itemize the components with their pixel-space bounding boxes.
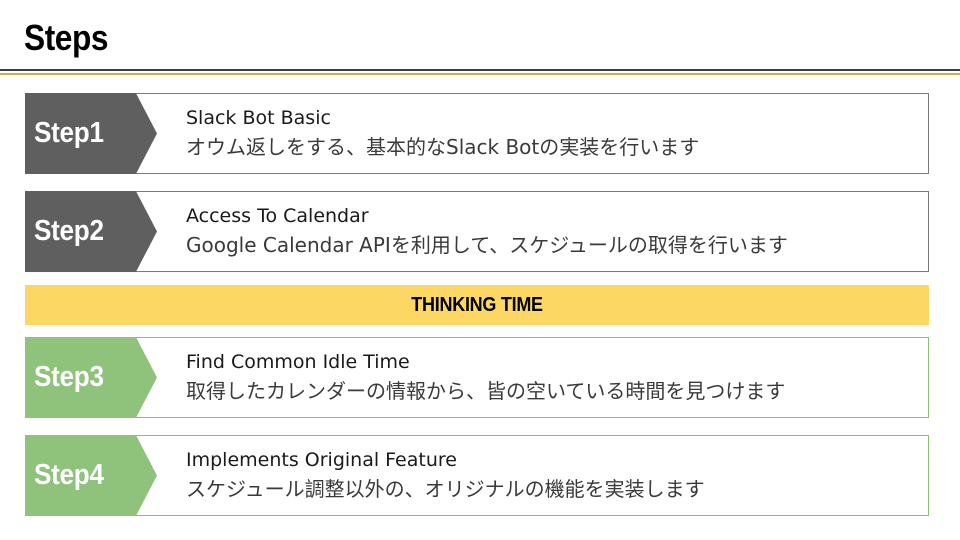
- page-title: Steps: [24, 17, 109, 58]
- title-divider-gold: [0, 73, 960, 75]
- step-badge-label: Step2: [34, 215, 104, 247]
- step-heading: Access To Calendar: [186, 205, 369, 227]
- step-badge-3: Step3: [25, 337, 157, 418]
- step-heading: Find Common Idle Time: [186, 351, 410, 373]
- step-card-1: Step1 Slack Bot Basic オウム返しをする、基本的なSlack…: [25, 93, 929, 174]
- step-description: スケジュール調整以外の、オリジナルの機能を実装します: [186, 477, 705, 501]
- thinking-time-label: THINKING TIME: [411, 293, 543, 316]
- step-description: Google Calendar APIを利用して、スケジュールの取得を行います: [186, 233, 788, 257]
- step-card-2: Step2 Access To Calendar Google Calendar…: [25, 191, 929, 272]
- step-heading: Slack Bot Basic: [186, 107, 331, 129]
- step-badge-2: Step2: [25, 191, 157, 272]
- step-badge-label: Step1: [34, 117, 104, 149]
- step-card-4: Step4 Implements Original Feature スケジュール…: [25, 435, 929, 516]
- step-badge-label: Step4: [34, 459, 104, 491]
- thinking-time-banner: THINKING TIME: [25, 285, 929, 325]
- step-badge-label: Step3: [34, 361, 104, 393]
- step-description: オウム返しをする、基本的なSlack Botの実装を行います: [186, 135, 700, 159]
- step-heading: Implements Original Feature: [186, 449, 457, 471]
- step-badge-4: Step4: [25, 435, 157, 516]
- step-card-3: Step3 Find Common Idle Time 取得したカレンダーの情報…: [25, 337, 929, 418]
- step-badge-1: Step1: [25, 93, 157, 174]
- title-divider-dark: [0, 69, 960, 71]
- step-description: 取得したカレンダーの情報から、皆の空いている時間を見つけます: [186, 379, 786, 403]
